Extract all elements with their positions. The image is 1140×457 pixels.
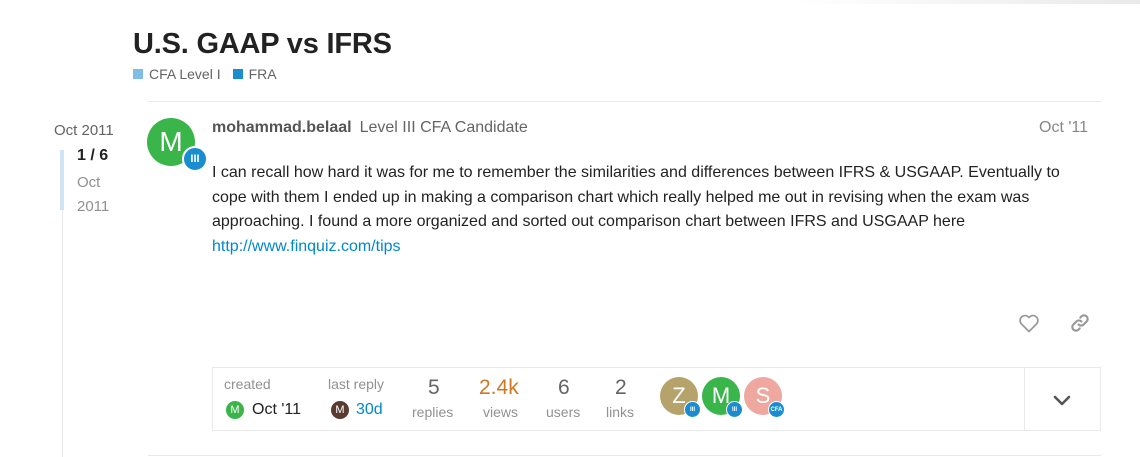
participant-badge: CFA [768, 401, 785, 418]
timeline-month: Oct [77, 174, 101, 191]
heart-icon [1019, 314, 1039, 333]
category-color-swatch [232, 69, 243, 79]
category-fra[interactable]: FRA [232, 66, 277, 82]
participant-badge: III [684, 401, 701, 418]
divider [1024, 367, 1025, 431]
created-label: created [224, 376, 271, 392]
created-date[interactable]: Oct '11 [252, 401, 301, 419]
category-cfa-level-1[interactable]: CFA Level I [133, 66, 221, 82]
category-label: CFA Level I [149, 66, 221, 82]
expand-topic-map-button[interactable] [1050, 388, 1074, 412]
participant-badge: III [726, 401, 743, 418]
links-label: links [606, 404, 635, 420]
post-link[interactable]: http://www.finquiz.com/tips [212, 238, 401, 255]
post-date[interactable]: Oct '11 [1039, 119, 1088, 137]
timeline-year: 2011 [77, 198, 110, 215]
category-list: CFA Level I FRA [133, 66, 277, 82]
top-border [0, 0, 1140, 4]
replies-label: replies [412, 404, 454, 420]
share-link-button[interactable] [1068, 311, 1092, 335]
post-text: I can recall how hard it was for me to r… [212, 164, 1060, 230]
category-color-swatch [133, 69, 143, 79]
like-button[interactable] [1017, 311, 1041, 335]
users-label: users [546, 404, 581, 420]
username-link[interactable]: mohammad.belaal [212, 119, 352, 137]
topic-title[interactable]: U.S. GAAP vs IFRS [133, 28, 392, 61]
avatar[interactable]: M [226, 401, 244, 419]
last-reply-label: last reply [328, 376, 385, 392]
views-label: views [483, 404, 519, 420]
users-count: 6 [558, 376, 570, 399]
chevron-down-icon [1053, 395, 1071, 406]
links-count: 2 [615, 376, 627, 399]
timeline-current-date: Oct 2011 [77, 171, 109, 219]
timeline-position: 1 / 6 [77, 147, 109, 164]
divider [148, 455, 1101, 456]
views-count: 2.4k [479, 376, 519, 399]
post-header: mohammad.belaal Level III CFA Candidate … [212, 119, 1088, 137]
user-flair-badge: III [182, 146, 208, 172]
last-reply-date[interactable]: 30d [356, 401, 383, 419]
timeline-start-date[interactable]: Oct 2011 [54, 122, 114, 139]
category-label: FRA [248, 66, 277, 82]
avatar[interactable]: M [331, 401, 349, 419]
post-body: I can recall how hard it was for me to r… [212, 161, 1092, 259]
user-title: Level III CFA Candidate [359, 119, 528, 136]
replies-count: 5 [428, 376, 440, 399]
divider [148, 101, 1101, 102]
link-icon [1071, 314, 1089, 332]
timeline-handle[interactable] [60, 150, 64, 210]
